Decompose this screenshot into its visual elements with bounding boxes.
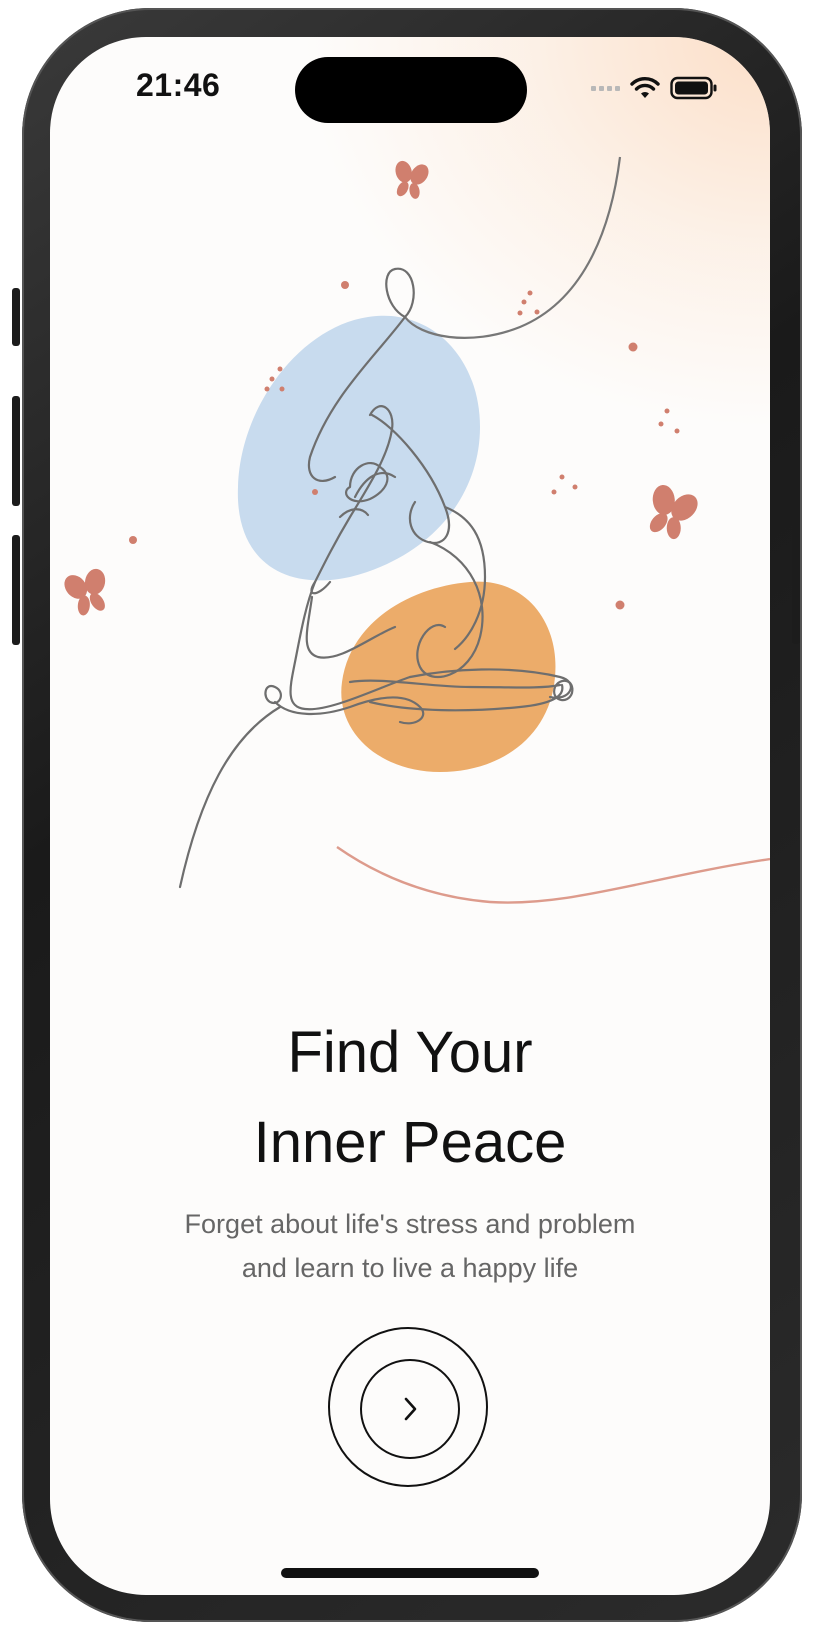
next-button-inner[interactable] (360, 1359, 460, 1459)
meditation-illustration (64, 156, 770, 904)
butterfly-icon (64, 568, 106, 616)
action-button (12, 288, 20, 346)
flowing-line-bottom (336, 846, 770, 904)
flowing-line-top (404, 156, 622, 339)
power-button (792, 468, 800, 644)
title-line-2: Inner Peace (253, 1110, 567, 1175)
title-line-1: Find Your (287, 1020, 533, 1085)
next-button[interactable] (328, 1327, 488, 1487)
butterfly-icon (649, 484, 698, 540)
home-indicator[interactable] (281, 1568, 539, 1578)
subtitle-line-2: and learn to live a happy life (241, 1253, 579, 1283)
chevron-right-icon (404, 1397, 417, 1421)
onboarding-screen: 21:46 Find Your Inner Peace Forget about… (50, 37, 770, 1595)
volume-up-button (12, 396, 20, 506)
butterfly-icon (395, 160, 429, 199)
volume-down-button (12, 535, 20, 645)
orange-blob (341, 581, 556, 772)
subtitle-line-1: Forget about life's stress and problem (184, 1209, 636, 1239)
